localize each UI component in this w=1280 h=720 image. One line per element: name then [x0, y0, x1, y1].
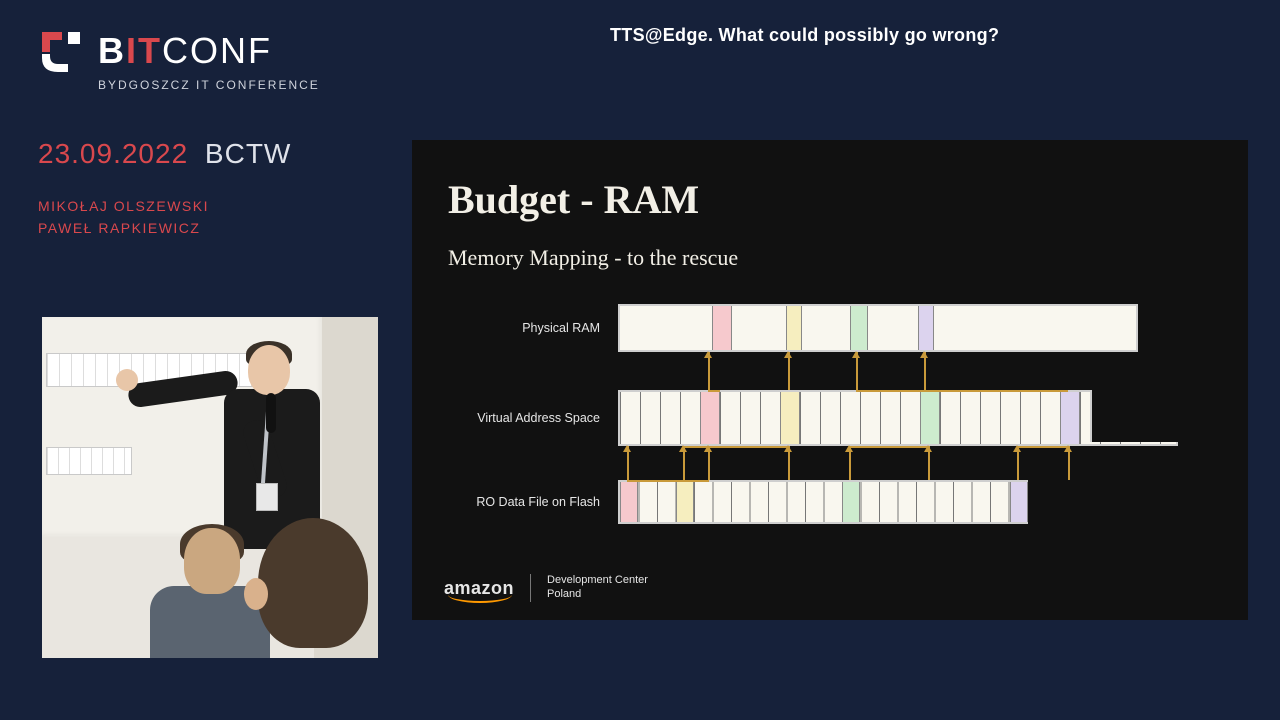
mapping-arrows-upper	[618, 352, 1212, 390]
virtual-address-bar	[618, 390, 1178, 446]
memory-mapping-diagram: Physical RAM Virtual Address Space	[448, 304, 1212, 550]
page-segment-icon	[620, 482, 638, 522]
row-label-physical-ram: Physical RAM	[448, 321, 618, 335]
event-venue: BCTW	[205, 138, 291, 169]
stage: TTS@Edge. What could possibly go wrong? …	[0, 0, 1280, 720]
row-label-virtual-address: Virtual Address Space	[448, 411, 618, 425]
footer-dept-line2: Poland	[547, 588, 648, 602]
page-segment-icon	[920, 392, 940, 444]
speaker-2: PAWEŁ RAPKIEWICZ	[38, 217, 209, 239]
amazon-logo: amazon	[444, 578, 514, 599]
logo-word-conf: CONF	[162, 30, 272, 71]
camera-feed	[40, 315, 380, 660]
talk-title: TTS@Edge. What could possibly go wrong?	[610, 25, 999, 46]
page-segment-icon	[676, 482, 694, 522]
ro-data-file-bar	[618, 480, 1028, 524]
page-segment-icon	[700, 392, 720, 444]
row-label-ro-data-file: RO Data File on Flash	[448, 495, 618, 509]
logo-subtitle: BYDGOSZCZ IT CONFERENCE	[98, 78, 320, 92]
slide-subtitle: Memory Mapping - to the rescue	[448, 245, 1212, 271]
page-segment-icon	[786, 306, 802, 350]
logo-letter-b: B	[98, 30, 126, 71]
speaker-1: MIKOŁAJ OLSZEWSKI	[38, 195, 209, 217]
page-segment-icon	[1060, 392, 1080, 444]
event-date: 23.09.2022	[38, 138, 188, 169]
slide-footer: amazon Development Center Poland	[444, 574, 648, 602]
divider-icon	[530, 574, 531, 602]
speakers-block: MIKOŁAJ OLSZEWSKI PAWEŁ RAPKIEWICZ	[38, 195, 209, 240]
page-segment-icon	[712, 306, 732, 350]
page-segment-icon	[918, 306, 934, 350]
event-date-venue: 23.09.2022 BCTW	[38, 138, 291, 170]
page-segment-icon	[1010, 482, 1028, 522]
conference-logo: BITCONF BYDGOSZCZ IT CONFERENCE	[38, 28, 320, 92]
audience-figure	[218, 518, 380, 660]
page-segment-icon	[850, 306, 868, 350]
logo-letters-it: IT	[126, 30, 162, 71]
mapping-arrows-lower	[618, 446, 1212, 480]
logo-wordmark: BITCONF	[98, 33, 272, 69]
slide-panel: Budget - RAM Memory Mapping - to the res…	[412, 140, 1248, 620]
logo-mark-icon	[38, 28, 84, 74]
physical-ram-bar	[618, 304, 1138, 352]
slide-title: Budget - RAM	[448, 176, 1212, 223]
page-segment-icon	[780, 392, 800, 444]
page-segment-icon	[842, 482, 860, 522]
footer-dept-line1: Development Center	[547, 574, 648, 588]
